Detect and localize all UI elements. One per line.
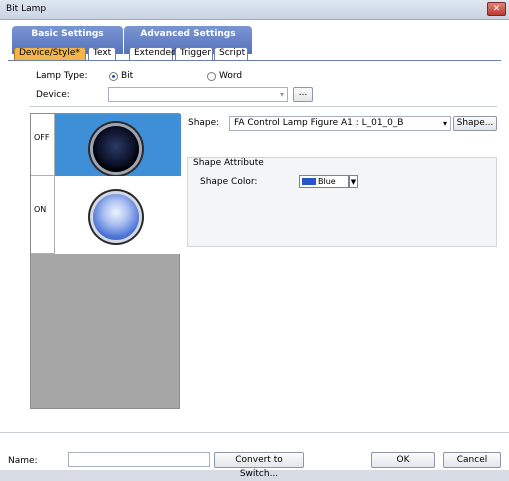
chevron-down-icon: ▾ [279, 90, 284, 99]
shape-attribute-group [187, 157, 497, 247]
chevron-down-icon: ▼ [350, 178, 357, 186]
name-label: Name: [8, 456, 38, 466]
close-icon: ✕ [492, 4, 501, 14]
state-label: ON [34, 205, 47, 214]
color-swatch [302, 178, 316, 185]
shape-value: FA Control Lamp Figure A1 : L_01_0_B [234, 118, 404, 128]
tab-group-label: Basic Settings [31, 29, 104, 39]
lamp-type-word-radio[interactable] [207, 72, 216, 81]
chevron-down-icon: ▾ [442, 119, 447, 128]
tab-trigger[interactable]: Trigger [175, 47, 213, 60]
state-label: OFF [34, 133, 50, 142]
lit-lamp-icon [93, 194, 139, 240]
lamp-type-word-label[interactable]: Word [219, 71, 242, 81]
window-title: Bit Lamp [6, 4, 47, 14]
device-label: Device: [36, 90, 70, 100]
tab-script[interactable]: Script [214, 47, 248, 60]
footer-divider [0, 432, 509, 433]
state-image-cell[interactable] [55, 123, 181, 176]
lamp-type-label: Lamp Type: [36, 71, 88, 81]
cancel-button[interactable]: Cancel [443, 452, 501, 468]
dark-lamp-icon [93, 126, 139, 172]
state-list: OFF ON [30, 113, 181, 409]
shape-color-dropdown[interactable]: ▼ [349, 175, 358, 188]
shape-combo[interactable]: FA Control Lamp Figure A1 : L_01_0_B ▾ [229, 116, 451, 131]
shape-label: Shape: [188, 118, 220, 128]
tab-group-label: Advanced Settings [140, 29, 236, 39]
shape-color-picker[interactable]: Blue [299, 175, 349, 188]
state-row-on[interactable]: ON [31, 186, 181, 254]
lamp-type-bit-label[interactable]: Bit [121, 71, 133, 81]
divider [30, 106, 497, 107]
state-label-cell: OFF [31, 114, 55, 176]
close-button[interactable]: ✕ [487, 2, 506, 16]
shape-attribute-title: Shape Attribute [193, 158, 264, 168]
ok-button[interactable]: OK [371, 452, 435, 468]
title-bar: Bit Lamp ✕ [0, 0, 509, 20]
state-image-cell[interactable] [55, 186, 181, 254]
shape-button[interactable]: Shape... [453, 116, 497, 131]
convert-to-switch-button[interactable]: Convert to Switch... [214, 452, 304, 479]
name-input[interactable] [68, 452, 210, 467]
lamp-type-bit-radio[interactable] [109, 72, 118, 81]
state-image-cell [55, 176, 181, 186]
state-label-cell [31, 176, 55, 186]
device-combo[interactable]: ▾ [108, 87, 288, 102]
device-browse-button[interactable]: ... [293, 87, 313, 102]
shape-color-value: Blue [318, 177, 336, 186]
tab-extended[interactable]: Extended [129, 47, 177, 60]
tab-text[interactable]: Text [88, 47, 116, 60]
state-row-off[interactable]: OFF [31, 114, 181, 176]
dialog-body: Basic Settings Advanced Settings Device/… [0, 20, 509, 479]
tab-strip-border [8, 60, 501, 61]
tab-device-style[interactable]: Device/Style* [14, 47, 86, 60]
state-row-spacer [31, 176, 181, 186]
state-label-cell: ON [31, 186, 55, 254]
shape-color-label: Shape Color: [200, 177, 258, 187]
